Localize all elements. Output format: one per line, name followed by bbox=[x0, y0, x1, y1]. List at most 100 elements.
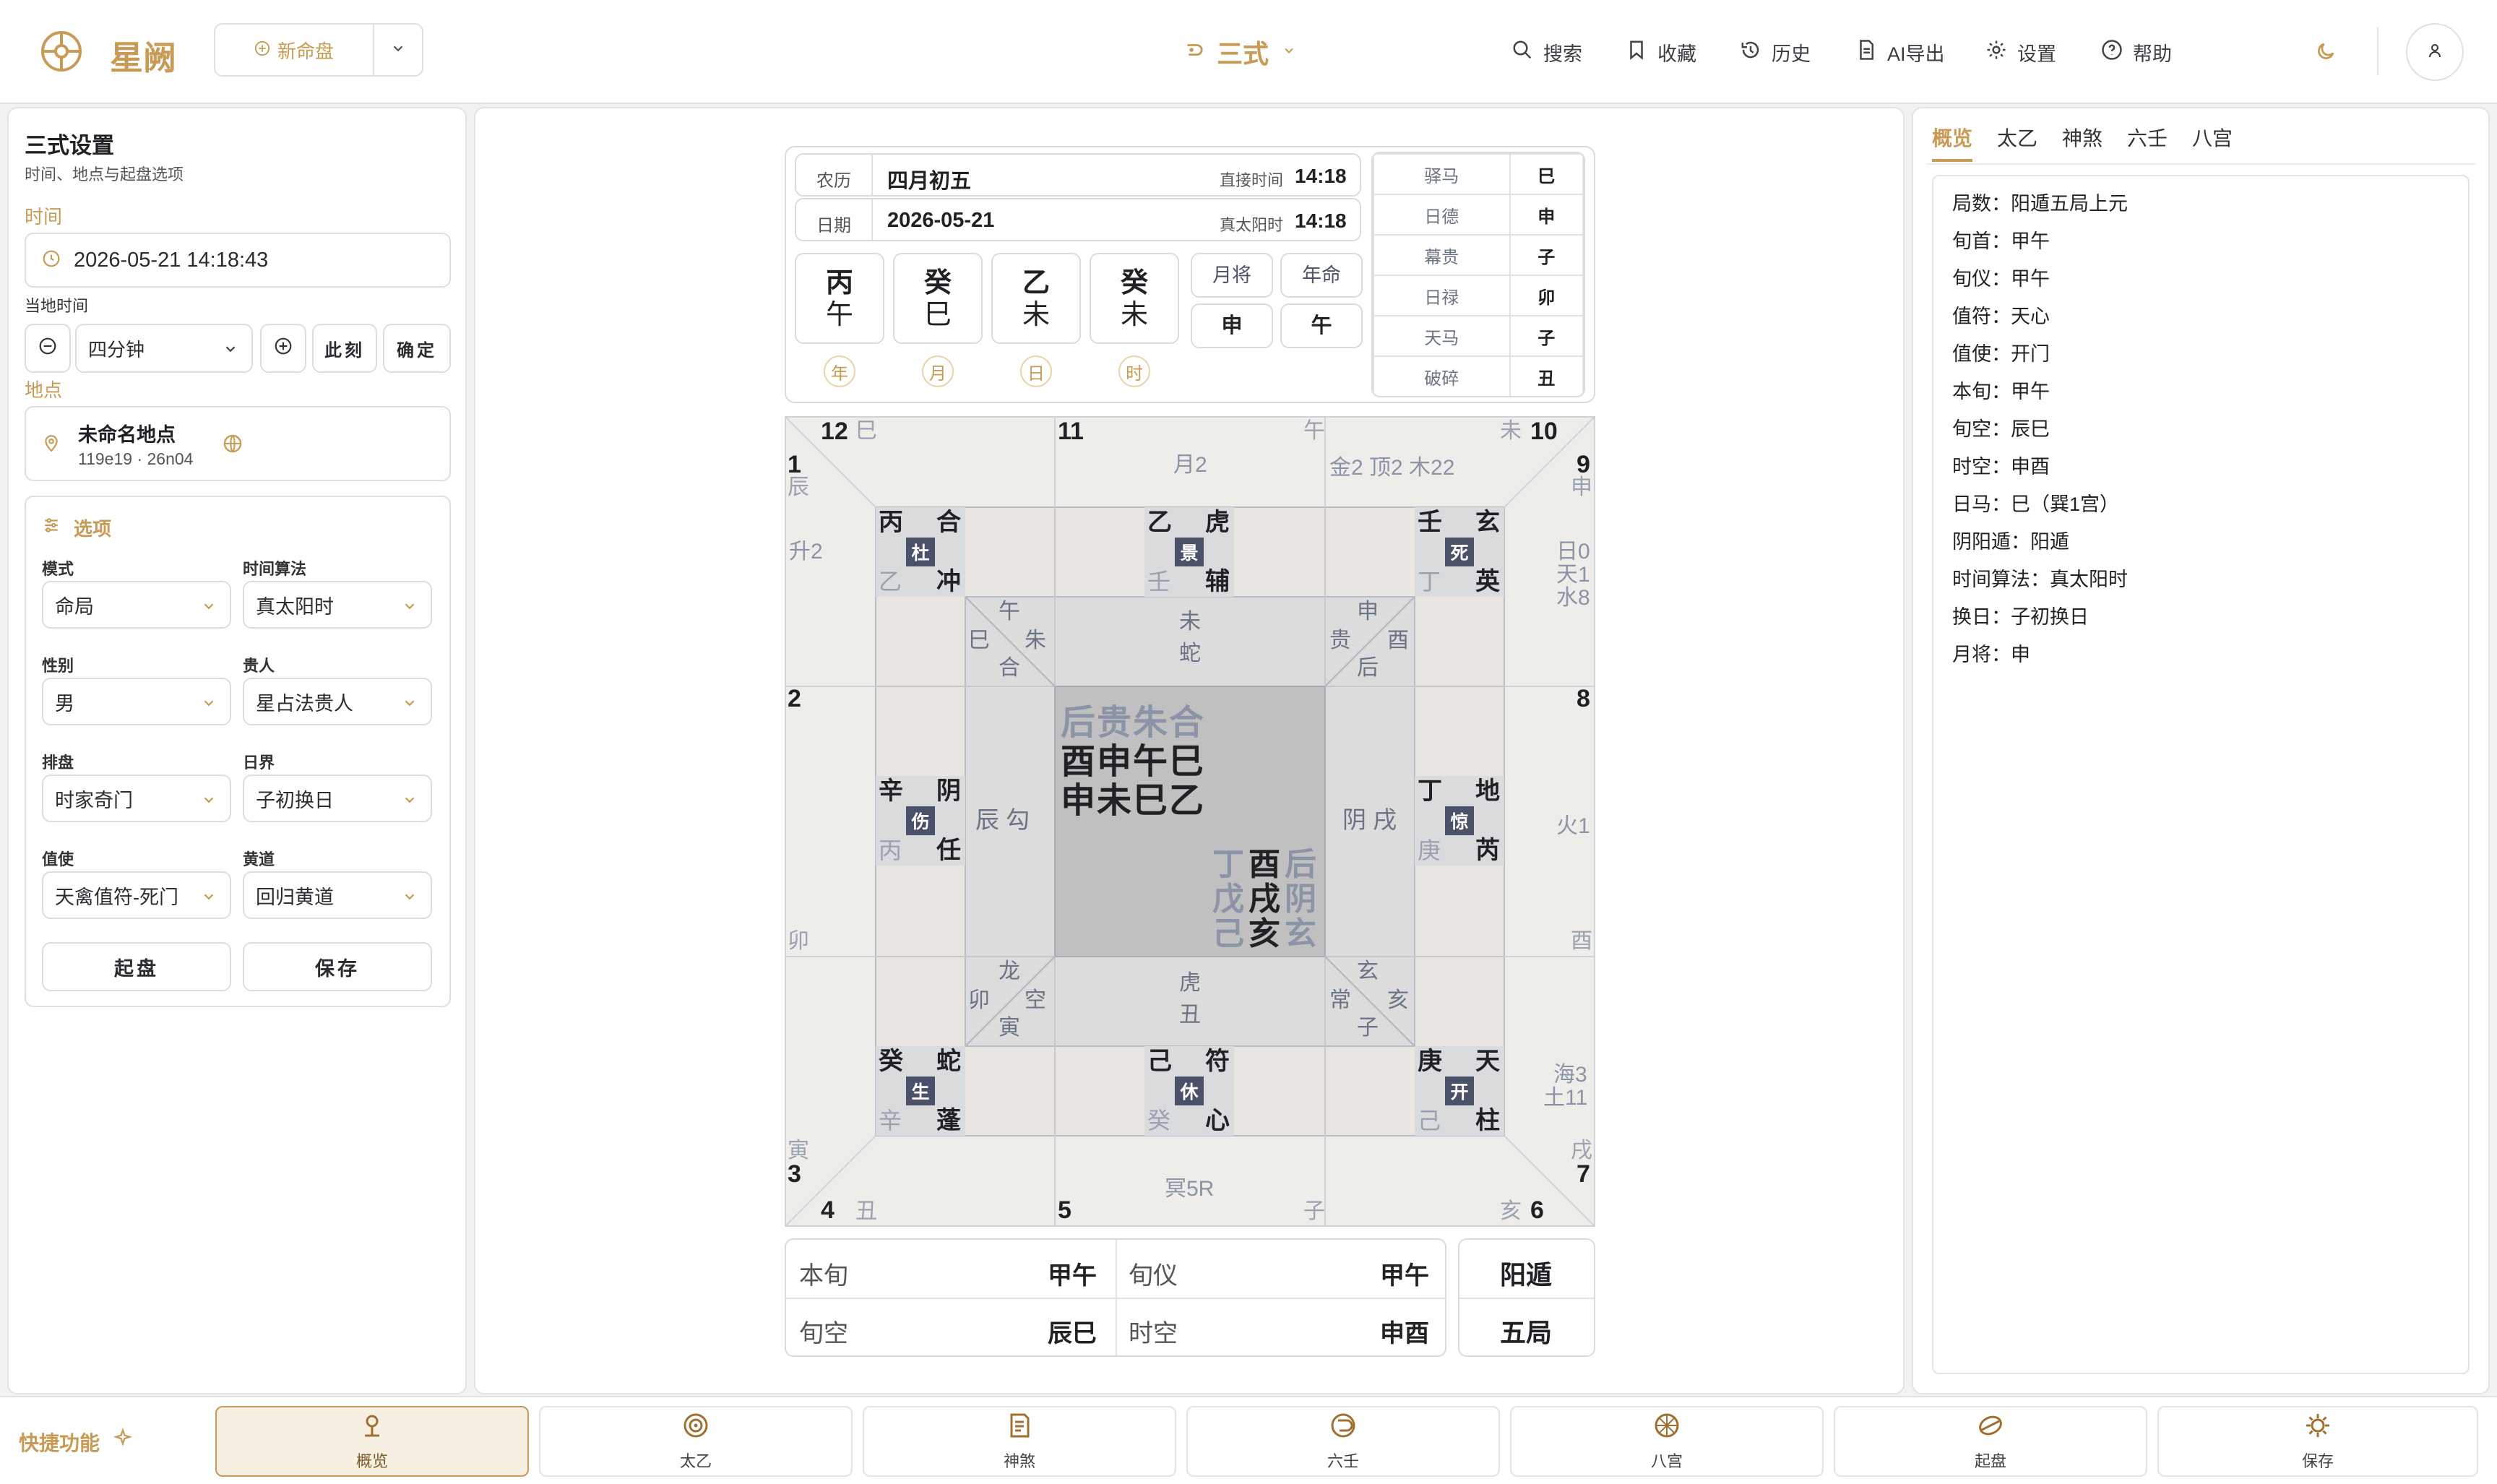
guiren-select[interactable]: 星占法贵人 bbox=[243, 678, 432, 725]
quick-taiyi-label: 太乙 bbox=[679, 1452, 712, 1470]
ai-export-button[interactable]: AI导出 bbox=[1855, 35, 1945, 69]
palace-gate: 开 bbox=[1445, 1077, 1474, 1105]
quick-shensha-label: 神煞 bbox=[1003, 1452, 1035, 1470]
option-label-paipan: 排盘 bbox=[42, 754, 74, 772]
plus-circle-icon bbox=[254, 39, 270, 61]
tab-shensha[interactable]: 神煞 bbox=[2062, 123, 2103, 152]
center-col-deity: 玄 bbox=[1285, 916, 1316, 952]
quick-start-button[interactable]: 起盘 bbox=[1834, 1406, 2147, 1477]
place-input[interactable]: 未命名地点 119e19 · 26n04 bbox=[25, 406, 451, 481]
time-algo-select[interactable]: 真太阳时 bbox=[243, 581, 432, 629]
god-value: 巳 bbox=[1509, 153, 1584, 195]
app-logo-icon bbox=[39, 29, 84, 74]
place-name: 未命名地点 bbox=[78, 424, 176, 446]
chevron-down-icon bbox=[402, 597, 418, 613]
plus-circle-icon bbox=[274, 337, 293, 361]
zhishi-select[interactable]: 天禽值符-死门 bbox=[42, 871, 231, 919]
palace-star: 芮 bbox=[1475, 837, 1500, 864]
help-button[interactable]: 帮助 bbox=[2101, 35, 2172, 69]
history-button[interactable]: 历史 bbox=[1740, 35, 1811, 69]
house-number: 6 bbox=[1530, 1196, 1544, 1224]
god-value: 子 bbox=[1509, 315, 1584, 357]
overview-line: 换日：子初换日 bbox=[1952, 606, 2089, 628]
step-select[interactable]: 四分钟 bbox=[75, 324, 253, 373]
tab-liuren[interactable]: 六壬 bbox=[2127, 123, 2168, 152]
rijie-select[interactable]: 子初换日 bbox=[243, 775, 432, 822]
chevron-down-icon bbox=[1282, 43, 1296, 61]
palace-stem: 壬 bbox=[1418, 509, 1442, 536]
quick-overview-button[interactable]: 概览 bbox=[215, 1406, 529, 1477]
theme-toggle-icon[interactable] bbox=[2315, 40, 2338, 64]
inner-label: 丑 bbox=[1179, 1003, 1201, 1027]
palace-star: 冲 bbox=[936, 568, 961, 595]
palace-stem: 庚 bbox=[1418, 1048, 1442, 1075]
save-button[interactable]: 保存 bbox=[243, 942, 432, 991]
favorites-label: 收藏 bbox=[1657, 43, 1696, 65]
pillar-tag-year: 年 bbox=[824, 355, 855, 387]
quick-taiyi-button[interactable]: 太乙 bbox=[539, 1406, 853, 1477]
option-label-zhishi: 值使 bbox=[42, 850, 74, 868]
pillar-stem: 乙 bbox=[1022, 268, 1050, 298]
palace-earth-stem: 丁 bbox=[1418, 569, 1441, 595]
chart-board: 12 巳 11 午 未 10 1 辰 9 申 2 8 卯 酉 寅 3 戌 7 4… bbox=[785, 416, 1595, 1227]
inner-label: 亥 bbox=[1387, 988, 1409, 1012]
pillar-branch: 未 bbox=[1022, 300, 1050, 330]
xunyi-label: 旬仪 bbox=[1129, 1262, 1178, 1290]
tab-bagong[interactable]: 八宫 bbox=[2192, 123, 2233, 152]
quick-shensha-button[interactable]: 神煞 bbox=[863, 1406, 1176, 1477]
now-button[interactable]: 此刻 bbox=[312, 324, 377, 373]
quick-liuren-button[interactable]: 六壬 bbox=[1186, 1406, 1500, 1477]
label-divider bbox=[871, 199, 873, 241]
pillar-branch: 巳 bbox=[923, 300, 952, 330]
god-key: 幕贵 bbox=[1373, 234, 1511, 276]
planet-label: 金2 顶2 木22 bbox=[1329, 456, 1455, 480]
step-minus-button[interactable] bbox=[25, 324, 71, 373]
overview-line: 时间算法：真太阳时 bbox=[1952, 569, 2128, 590]
new-chart-dropdown-button[interactable] bbox=[373, 23, 423, 77]
help-icon bbox=[2101, 39, 2123, 66]
overview-icon bbox=[358, 1411, 387, 1444]
pillar-tag-day: 日 bbox=[1020, 355, 1052, 387]
step-plus-button[interactable] bbox=[260, 324, 306, 373]
history-icon bbox=[1740, 39, 1761, 66]
true-solar-label: 真太阳时 bbox=[1220, 216, 1284, 234]
mode-select[interactable]: 命局 bbox=[42, 581, 231, 629]
new-chart-button[interactable]: 新命盘 bbox=[214, 23, 374, 77]
palace-block: 辛 阴 伤 丙 任 bbox=[876, 776, 965, 866]
overview-line: 值使：开门 bbox=[1952, 343, 2050, 365]
huangdao-select[interactable]: 回归黄道 bbox=[243, 871, 432, 919]
tab-overview[interactable]: 概览 bbox=[1932, 123, 1973, 162]
dun-value: 阳遁 bbox=[1500, 1260, 1553, 1290]
paipan-select[interactable]: 时家奇门 bbox=[42, 775, 231, 822]
overview-line: 值符：天心 bbox=[1952, 306, 2050, 327]
sparkle-icon bbox=[113, 1427, 133, 1451]
user-avatar[interactable] bbox=[2406, 23, 2464, 81]
gender-select[interactable]: 男 bbox=[42, 678, 231, 725]
shikong-value: 申酉 bbox=[1380, 1320, 1429, 1347]
mode-switcher[interactable]: 三式 bbox=[1182, 32, 1296, 72]
settings-panel: 三式设置 时间、地点与起盘选项 时间 2026-05-21 14:18:43 当… bbox=[7, 107, 467, 1394]
inner-label: 朱 bbox=[1025, 629, 1046, 652]
datetime-input[interactable]: 2026-05-21 14:18:43 bbox=[25, 233, 451, 288]
date-value: 2026-05-21 bbox=[887, 209, 995, 232]
user-icon bbox=[2426, 42, 2444, 63]
confirm-time-button[interactable]: 确定 bbox=[383, 324, 451, 373]
globe-icon[interactable] bbox=[223, 433, 243, 457]
search-label: 搜索 bbox=[1543, 43, 1582, 65]
inner-label: 酉 bbox=[1387, 629, 1409, 652]
palace-deity: 阴 bbox=[936, 777, 961, 805]
settings-button[interactable]: 设置 bbox=[1985, 35, 2056, 69]
god-key: 破碎 bbox=[1373, 355, 1511, 396]
quick-save-button[interactable]: 保存 bbox=[2157, 1406, 2478, 1477]
favorites-button[interactable]: 收藏 bbox=[1626, 35, 1696, 69]
local-time-label: 当地时间 bbox=[25, 297, 89, 315]
tab-taiyi[interactable]: 太乙 bbox=[1997, 123, 2037, 152]
pillar-stem: 癸 bbox=[923, 268, 952, 298]
search-button[interactable]: 搜索 bbox=[1511, 35, 1582, 69]
quick-bagong-button[interactable]: 八宫 bbox=[1510, 1406, 1824, 1477]
start-chart-button[interactable]: 起盘 bbox=[42, 942, 231, 991]
palace-stem: 丁 bbox=[1418, 777, 1442, 805]
center-row-stems: 申未巳乙 bbox=[1061, 782, 1206, 820]
palace-gate: 死 bbox=[1445, 538, 1474, 566]
xunkong-value: 辰巳 bbox=[1048, 1320, 1097, 1347]
